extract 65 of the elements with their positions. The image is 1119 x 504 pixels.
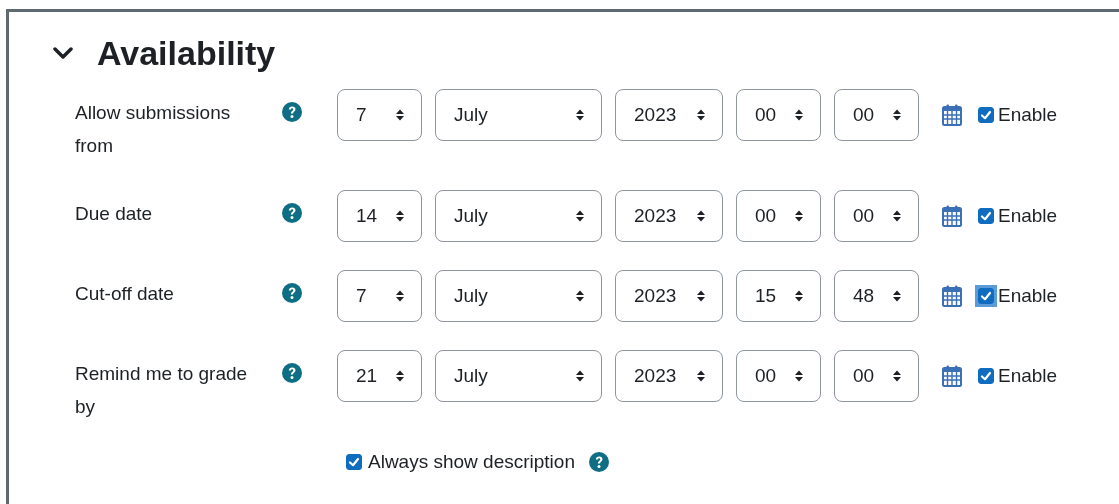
day-select[interactable]: 7: [337, 89, 422, 141]
help-icon[interactable]: [282, 102, 302, 122]
enable-label: Enable: [998, 365, 1058, 387]
sort-caret-icon: [892, 289, 902, 303]
chevron-icon[interactable]: [53, 46, 73, 60]
day-select[interactable]: 7: [337, 270, 422, 322]
enable-checkbox[interactable]: [978, 208, 994, 224]
sort-caret-icon: [794, 209, 804, 223]
sort-caret-icon: [395, 108, 405, 122]
year-select[interactable]: 2023: [615, 350, 723, 402]
sort-caret-icon: [892, 209, 902, 223]
calendar-icon[interactable]: [942, 285, 962, 307]
month-select[interactable]: July: [435, 89, 602, 141]
description-label: Always show description: [368, 451, 575, 473]
field-label: Remind me to grade by: [75, 362, 249, 419]
minute-select[interactable]: 00: [834, 89, 919, 141]
hour-select[interactable]: 15: [736, 270, 821, 322]
help-icon[interactable]: [282, 203, 302, 223]
sort-caret-icon: [794, 289, 804, 303]
hour-select[interactable]: 00: [736, 89, 821, 141]
month-select[interactable]: July: [435, 350, 602, 402]
year-select[interactable]: 2023: [615, 190, 723, 242]
sort-caret-icon: [696, 369, 706, 383]
minute-select[interactable]: 00: [834, 190, 919, 242]
hour-select[interactable]: 00: [736, 350, 821, 402]
day-select[interactable]: 21: [337, 350, 422, 402]
minute-select[interactable]: 48: [834, 270, 919, 322]
year-select[interactable]: 2023: [615, 89, 723, 141]
sort-caret-icon: [575, 108, 585, 122]
sort-caret-icon: [696, 209, 706, 223]
sort-caret-icon: [395, 209, 405, 223]
calendar-icon[interactable]: [942, 365, 962, 387]
enable-checkbox[interactable]: [978, 368, 994, 384]
sort-caret-icon: [395, 369, 405, 383]
enable-label: Enable: [998, 285, 1058, 307]
minute-select[interactable]: 00: [834, 350, 919, 402]
hour-select[interactable]: 00: [736, 190, 821, 242]
help-icon[interactable]: [282, 283, 302, 303]
sort-caret-icon: [794, 108, 804, 122]
sort-caret-icon: [395, 289, 405, 303]
sort-caret-icon: [892, 108, 902, 122]
sort-caret-icon: [575, 209, 585, 223]
sort-caret-icon: [892, 369, 902, 383]
enable-checkbox[interactable]: [978, 288, 994, 304]
help-icon[interactable]: [589, 452, 609, 472]
description-checkbox[interactable]: [346, 454, 362, 470]
month-select[interactable]: July: [435, 270, 602, 322]
enable-label: Enable: [998, 205, 1058, 227]
sort-caret-icon: [575, 369, 585, 383]
field-label: Allow submissions from: [75, 101, 232, 158]
help-icon[interactable]: [282, 363, 302, 383]
sort-caret-icon: [794, 369, 804, 383]
enable-checkbox[interactable]: [978, 107, 994, 123]
year-select[interactable]: 2023: [615, 270, 723, 322]
day-select[interactable]: 14: [337, 190, 422, 242]
enable-label: Enable: [998, 104, 1058, 126]
field-label: Due date: [75, 202, 154, 226]
calendar-icon[interactable]: [942, 205, 962, 227]
field-label: Cut-off date: [75, 282, 175, 306]
section-title: Availability: [97, 33, 276, 73]
sort-caret-icon: [696, 108, 706, 122]
month-select[interactable]: July: [435, 190, 602, 242]
calendar-icon[interactable]: [942, 104, 962, 126]
sort-caret-icon: [696, 289, 706, 303]
sort-caret-icon: [575, 289, 585, 303]
